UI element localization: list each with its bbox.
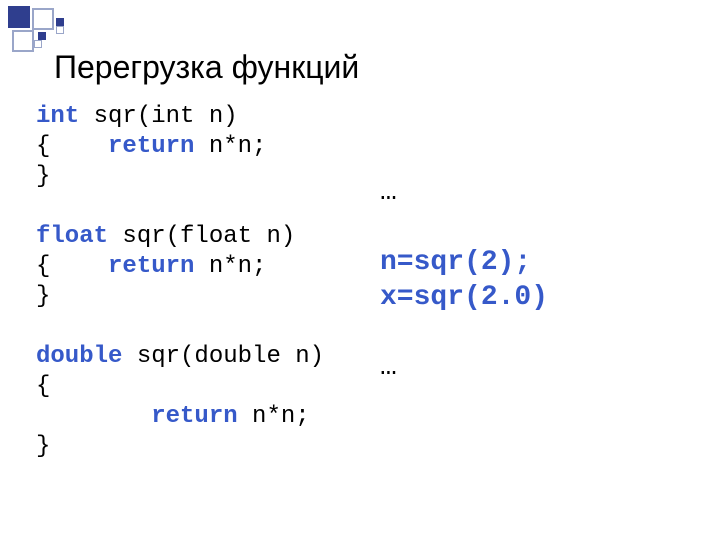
code-line: …	[380, 175, 548, 210]
code-line	[380, 315, 548, 350]
code-line: { return n*n;	[36, 132, 324, 162]
code-token: sqr(float n)	[108, 223, 295, 250]
slide: Перегрузка функций int sqr(int n){ retur…	[0, 0, 720, 540]
code-token: {	[36, 253, 108, 280]
code-line: double sqr(double n)	[36, 342, 324, 372]
code-token: x=sqr(2.0)	[380, 282, 548, 313]
square-icon	[38, 32, 46, 40]
code-block-definitions: int sqr(int n){ return n*n;} float sqr(f…	[36, 102, 324, 462]
code-token: return	[151, 403, 237, 430]
square-icon	[34, 40, 42, 48]
square-icon	[32, 8, 54, 30]
code-token: {	[36, 133, 108, 160]
code-line: return n*n;	[36, 402, 324, 432]
code-line	[36, 312, 324, 342]
code-token: sqr(double n)	[122, 343, 324, 370]
code-token: return	[108, 133, 194, 160]
code-block-usage: … n=sqr(2); x=sqr(2.0) …	[380, 175, 548, 385]
code-token: {	[36, 373, 50, 400]
slide-title: Перегрузка функций	[54, 50, 359, 85]
square-icon	[56, 26, 64, 34]
code-line	[380, 210, 548, 245]
square-icon	[56, 18, 64, 26]
code-token	[36, 403, 151, 430]
code-line: float sqr(float n)	[36, 222, 324, 252]
code-line: x=sqr(2.0)	[380, 280, 548, 315]
code-line: }	[36, 432, 324, 462]
code-token: n*n;	[194, 253, 266, 280]
code-token: n=sqr(2);	[380, 247, 531, 278]
square-icon	[8, 6, 30, 28]
code-token: }	[36, 433, 50, 460]
code-token: …	[380, 352, 397, 383]
code-line: n=sqr(2);	[380, 245, 548, 280]
code-token: }	[36, 283, 50, 310]
code-token: int	[36, 103, 79, 130]
code-line: }	[36, 162, 324, 192]
code-line: { return n*n;	[36, 252, 324, 282]
code-token: n*n;	[194, 133, 266, 160]
code-line: int sqr(int n)	[36, 102, 324, 132]
code-line: {	[36, 372, 324, 402]
code-line	[36, 192, 324, 222]
code-token: return	[108, 253, 194, 280]
code-line: }	[36, 282, 324, 312]
square-icon	[12, 30, 34, 52]
code-token: sqr(int n)	[79, 103, 237, 130]
code-line: …	[380, 350, 548, 385]
code-token: …	[380, 177, 397, 208]
code-token: }	[36, 163, 50, 190]
code-token: float	[36, 223, 108, 250]
code-token: n*n;	[238, 403, 310, 430]
code-token: double	[36, 343, 122, 370]
